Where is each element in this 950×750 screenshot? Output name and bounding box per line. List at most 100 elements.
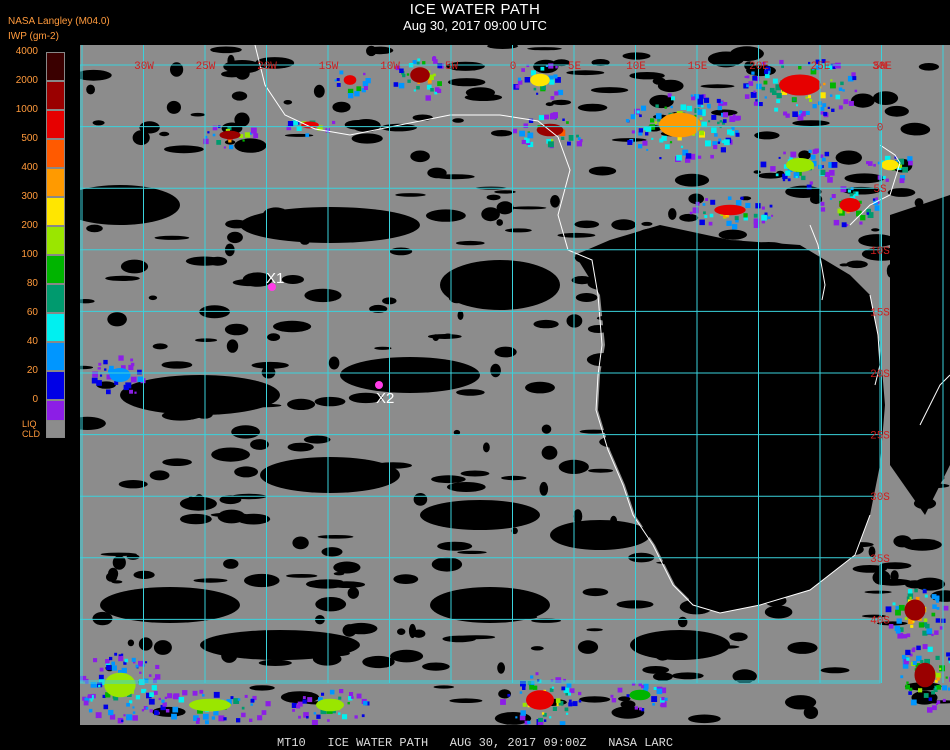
clear-patch (315, 597, 347, 612)
ice-pixel (356, 86, 362, 92)
ice-pixel (417, 58, 421, 62)
clear-patch (790, 338, 805, 344)
ice-pixel (942, 698, 946, 702)
ice-pixel (760, 161, 767, 168)
ice-pixel (533, 685, 538, 690)
ice-pixel (746, 75, 750, 79)
ice-pixel (568, 699, 572, 703)
ice-pixel (758, 102, 763, 107)
clear-patch (846, 260, 868, 269)
ice-pixel (932, 604, 937, 609)
ice-pixel (769, 87, 775, 93)
ice-pixel (882, 175, 886, 180)
ice-pixel (512, 128, 518, 134)
clear-patch (496, 219, 504, 226)
ice-pixel (363, 86, 368, 90)
clear-patch (190, 112, 205, 117)
clear-patch (669, 264, 696, 273)
ice-pixel (819, 92, 826, 99)
ice-pixel (631, 130, 635, 134)
ice-pixel (339, 70, 344, 75)
lon-label-5E: 5E (568, 61, 582, 73)
clear-patch (412, 629, 426, 638)
ice-pixel (661, 697, 665, 701)
ice-pixel (292, 708, 295, 712)
ice-pixel (524, 77, 531, 83)
clear-patch (390, 649, 424, 663)
clear-patch (689, 320, 702, 334)
ice-core (301, 121, 319, 129)
ice-pixel (823, 82, 826, 86)
ice-pixel (901, 167, 905, 170)
ice-pixel (257, 715, 263, 721)
ice-pixel (640, 105, 647, 111)
clear-patch (671, 672, 704, 680)
ice-pixel (348, 93, 354, 99)
legend-label-1000: 1000 (15, 104, 38, 115)
ice-pixel (103, 359, 108, 365)
legend-label-500: 500 (21, 133, 38, 144)
ice-pixel (923, 693, 929, 698)
ice-pixel (164, 696, 167, 699)
clear-patch (688, 593, 723, 607)
clear-patch (457, 310, 464, 320)
clear-patch (727, 282, 757, 287)
ice-water-path-map: 5N 0 5S 10S 15S 20S 25S 30S 35S 40S 30W 25W 20W 15W 10… (80, 45, 950, 725)
ice-pixel (416, 61, 420, 65)
ice-pixel (755, 203, 761, 209)
ice-pixel (928, 697, 933, 701)
ice-pixel (132, 715, 138, 721)
ice-pixel (680, 104, 687, 110)
clear-patch (434, 174, 475, 180)
ice-pixel (306, 716, 309, 719)
lat-label-20S: 20S (870, 369, 890, 381)
ice-pixel (821, 157, 826, 162)
clear-patch (510, 206, 547, 210)
ice-pixel (336, 83, 341, 87)
ice-pixel (710, 154, 714, 159)
clear-patch (180, 513, 212, 525)
ice-pixel (154, 710, 159, 716)
ice-pixel (141, 709, 145, 712)
clear-patch (105, 275, 140, 281)
ice-pixel (676, 154, 682, 161)
ice-pixel (734, 216, 739, 221)
clear-patch (739, 242, 773, 255)
ice-pixel (244, 694, 248, 698)
clear-zone (440, 260, 560, 310)
ice-core (343, 75, 357, 85)
clear-patch (884, 105, 909, 117)
ice-pixel (918, 688, 923, 693)
ice-pixel (131, 657, 136, 662)
ice-pixel (812, 149, 818, 154)
ice-pixel (927, 646, 933, 652)
ice-pixel (782, 178, 786, 182)
ice-pixel (942, 685, 948, 691)
clear-patch (851, 93, 875, 108)
clear-patch (328, 356, 340, 370)
ice-pixel (927, 707, 933, 713)
ice-pixel (87, 694, 92, 699)
clear-patch (886, 264, 894, 278)
ice-pixel (535, 672, 539, 676)
ice-pixel (522, 686, 526, 690)
clear-patch (914, 198, 924, 208)
ice-pixel (211, 716, 216, 720)
ice-pixel (561, 686, 566, 691)
ice-pixel (230, 696, 234, 700)
ice-pixel (707, 105, 711, 109)
ice-pixel (547, 141, 554, 148)
lat-label-25S: 25S (870, 431, 890, 443)
ice-pixel (713, 144, 718, 150)
ice-pixel (859, 221, 863, 225)
ice-pixel (753, 101, 759, 106)
clear-patch (86, 224, 103, 233)
ice-pixel (703, 97, 710, 103)
ice-pixel (179, 697, 184, 702)
clear-patch (465, 87, 495, 98)
ice-pixel (126, 702, 130, 707)
ice-pixel (287, 121, 294, 127)
ice-pixel (507, 693, 511, 697)
site-marker-X2 (375, 381, 383, 389)
ice-pixel (935, 672, 941, 679)
